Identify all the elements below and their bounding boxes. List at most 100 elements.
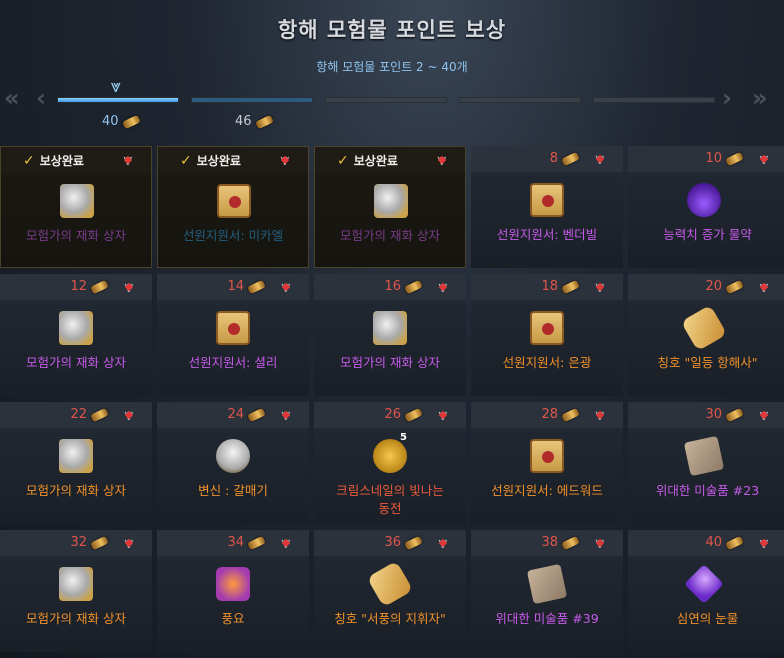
reward-card[interactable]: 10 ⩔ 능력치 증가 물약 [628, 146, 784, 268]
crest-icon: ⩔ [751, 277, 777, 297]
reward-points-required: 12 [70, 279, 109, 294]
reward-card[interactable]: 36 ⩔ 칭호 "서풍의 지휘자" [314, 530, 466, 652]
reward-item-name: 선원지원서: 은광 [502, 355, 592, 370]
reward-card[interactable]: 14 ⩔ 선원지원서: 셜리 [157, 274, 309, 396]
reward-points-value: 8 [549, 151, 558, 166]
reward-item-name: 선원지원서: 미카엘 [182, 228, 284, 243]
reward-card-header: 20 ⩔ [628, 274, 784, 300]
reward-card-header: 28 ⩔ [471, 402, 623, 428]
chest-icon [59, 439, 93, 473]
reward-points-required: 26 [384, 407, 423, 422]
reward-card[interactable]: 38 ⩔ 위대한 미술품 #39 [471, 530, 623, 652]
left-arrow-icon[interactable]: ‹ [36, 86, 46, 110]
coin-icon [373, 439, 407, 473]
checkmark-icon: ✓ [180, 152, 192, 169]
reward-card-header: 22 ⩔ [0, 402, 152, 428]
reward-points-value: 40 [705, 535, 722, 550]
reward-card[interactable]: 26 ⩔ 5 크림스네일의 빛나는 동전 [314, 402, 466, 524]
reward-item-name: 칭호 "서풍의 지휘자" [334, 611, 446, 626]
reward-item-name: 위대한 미술품 #23 [655, 483, 760, 498]
spyglass-icon [90, 407, 109, 422]
crest-icon: ⩔ [273, 405, 299, 425]
spyglass-icon [247, 407, 266, 422]
reward-card[interactable]: 34 ⩔ 풍요 [157, 530, 309, 652]
reward-card-header: 30 ⩔ [628, 402, 784, 428]
reward-points-value: 36 [384, 535, 401, 550]
reward-completed-label: ✓ 보상완료 [180, 152, 241, 169]
reward-points-value: 12 [70, 279, 87, 294]
reward-card[interactable]: 30 ⩔ 위대한 미술품 #23 [628, 402, 784, 524]
progress-segment [593, 97, 715, 103]
reward-card-header: 36 ⩔ [314, 530, 466, 556]
chest-icon [59, 311, 93, 345]
reward-card[interactable]: 20 ⩔ 칭호 "일등 항해사" [628, 274, 784, 396]
spyglass-icon [561, 535, 580, 550]
reward-points-value: 18 [541, 279, 558, 294]
crest-icon: ⩔ [587, 277, 613, 297]
spyglass-icon [121, 114, 141, 129]
reward-card[interactable]: 22 ⩔ 모험가의 재화 상자 [0, 402, 152, 524]
reward-card[interactable]: 24 ⩔ 변신 : 갈매기 [157, 402, 309, 524]
reward-status-text: 보상완료 [353, 154, 398, 168]
reward-card[interactable]: 32 ⩔ 모험가의 재화 상자 [0, 530, 152, 652]
crest-icon: ⩔ [587, 149, 613, 169]
spyglass-icon [561, 279, 580, 294]
spyglass-icon [725, 535, 744, 550]
reward-card-header: 26 ⩔ [314, 402, 466, 428]
crest-icon: ⩔ [115, 150, 141, 170]
reward-card-header: 10 ⩔ [628, 146, 784, 172]
map-icon [526, 563, 568, 605]
reward-points-value: 16 [384, 279, 401, 294]
crest-icon: ⩔ [273, 533, 299, 553]
reward-card[interactable]: 40 ⩔ 심연의 눈물 [628, 530, 784, 652]
potion-icon [687, 183, 721, 217]
double-left-arrow-icon[interactable]: « [4, 86, 20, 110]
reward-points-required: 8 [549, 151, 580, 166]
reward-item-name: 능력치 증가 물약 [663, 227, 752, 242]
page-title: 항해 모험물 포인트 보상 [277, 18, 507, 42]
reward-card[interactable]: 28 ⩔ 선원지원서: 에드워드 [471, 402, 623, 524]
chest-icon [60, 184, 94, 218]
reward-card-header: 40 ⩔ [628, 530, 784, 556]
spyglass-icon [247, 279, 266, 294]
chest-icon [59, 567, 93, 601]
progress-segment [191, 97, 313, 103]
spyglass-icon [561, 151, 580, 166]
spyglass-icon [725, 279, 744, 294]
reward-points-value: 30 [705, 407, 722, 422]
reward-points-required: 38 [541, 535, 580, 550]
crest-icon: ⩔ [116, 533, 142, 553]
page-subtitle: 항해 모험물 포인트 2 ~ 40개 [316, 60, 468, 74]
reward-card-header: 8 ⩔ [471, 146, 623, 172]
reward-item-name: 변신 : 갈매기 [198, 483, 268, 498]
music-note-icon [216, 567, 250, 601]
book-icon [530, 311, 564, 345]
reward-card[interactable]: ✓ 보상완료 ⩔ 모험가의 재화 상자 [314, 146, 466, 268]
reward-card-header: 24 ⩔ [157, 402, 309, 428]
spyglass-icon [90, 535, 109, 550]
reward-card-header: 34 ⩔ [157, 530, 309, 556]
reward-card[interactable]: 12 ⩔ 모험가의 재화 상자 [0, 274, 152, 396]
seagull-icon [216, 439, 250, 473]
spyglass-icon [404, 407, 423, 422]
stage-points-value: 46 [235, 114, 252, 129]
reward-card[interactable]: 8 ⩔ 선원지원서: 벤더빌 [471, 146, 623, 268]
reward-item-name: 크림스네일의 빛나는 동전 [336, 483, 444, 516]
progress-segment [325, 97, 447, 103]
reward-card[interactable]: ✓ 보상완료 ⩔ 모험가의 재화 상자 [0, 146, 152, 268]
double-right-arrow-icon[interactable]: » [752, 86, 768, 110]
stage-points-label: 46 [235, 114, 274, 129]
crest-icon: ⩔ [751, 149, 777, 169]
reward-item-name: 모험가의 재화 상자 [340, 355, 440, 370]
reward-points-required: 10 [705, 151, 744, 166]
reward-status-text: 보상완료 [39, 154, 84, 168]
reward-card[interactable]: ✓ 보상완료 ⩔ 선원지원서: 미카엘 [157, 146, 309, 268]
spyglass-icon [725, 151, 744, 166]
right-arrow-icon[interactable]: › [722, 86, 732, 110]
book-icon [530, 183, 564, 217]
reward-card[interactable]: 16 ⩔ 모험가의 재화 상자 [314, 274, 466, 396]
reward-points-value: 34 [227, 535, 244, 550]
reward-points-value: 26 [384, 407, 401, 422]
reward-points-value: 10 [705, 151, 722, 166]
reward-card[interactable]: 18 ⩔ 선원지원서: 은광 [471, 274, 623, 396]
